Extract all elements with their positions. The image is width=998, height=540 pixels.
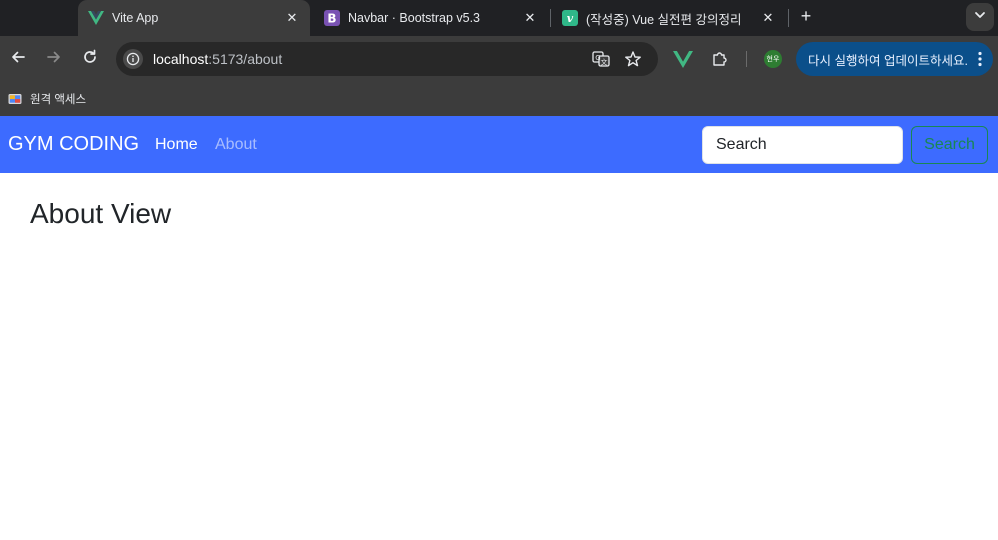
back-button[interactable] [5,46,31,72]
tab-separator [550,9,551,27]
relaunch-to-update-button[interactable]: 다시 실행하여 업데이트하세요. [796,42,993,76]
tab-title: (작성중) Vue 실전편 강의정리 [586,12,742,27]
tab-separator [788,9,789,27]
arrow-right-icon [46,49,62,70]
reload-button[interactable] [77,46,103,72]
page-title: About View [30,198,172,229]
vue-book-icon: v [562,10,578,26]
vue-logo-icon [88,10,104,26]
tab-vite-app[interactable]: Vite App ✕ [78,0,310,36]
chevron-down-icon [974,8,986,26]
search-input[interactable]: Search [702,126,903,164]
toolbar-separator [746,51,747,67]
nav-link-about[interactable]: About [215,136,257,154]
url-host: localhost [153,51,209,67]
svg-text:文: 文 [601,58,608,67]
url-path: :5173/about [208,51,283,67]
page-content: GYM CODING Home About Search Search Abou… [0,116,998,540]
vue-devtools-icon[interactable] [673,49,693,69]
site-info-icon[interactable] [123,49,143,69]
nav-link-home[interactable]: Home [155,136,198,154]
tab-vue-lecture-notes[interactable]: v (작성중) Vue 실전편 강의정리 ✕ [554,0,784,36]
new-tab-icon[interactable]: + [795,5,817,27]
profile-initials: 현우 [766,55,780,63]
tab-bootstrap-navbar[interactable]: B Navbar · Bootstrap v5.3 ✕ [316,0,546,36]
close-icon[interactable]: ✕ [760,10,776,26]
bookmarks-bar: 원격 액세스 [0,82,998,116]
close-icon[interactable]: ✕ [284,10,300,26]
translate-icon[interactable]: G文 [592,50,610,68]
forward-button[interactable] [41,46,67,72]
navbar: GYM CODING Home About Search Search [0,116,998,173]
address-bar[interactable]: localhost:5173/about G文 [116,42,658,76]
url-text[interactable]: localhost:5173/about [153,51,282,67]
search-button-label: Search [924,136,975,153]
search-button[interactable]: Search [911,126,988,164]
tab-search-button[interactable] [966,3,994,31]
navbar-brand[interactable]: GYM CODING [8,133,139,156]
bootstrap-logo-icon: B [324,10,340,26]
more-menu-icon[interactable] [978,51,982,67]
extensions-puzzle-icon[interactable] [710,49,730,69]
remote-access-icon [8,92,22,106]
tab-title: Navbar · Bootstrap v5.3 [348,11,481,25]
tab-strip: Vite App ✕ B Navbar · Bootstrap v5.3 ✕ v… [0,0,998,36]
svg-text:v: v [567,12,574,25]
browser-toolbar: localhost:5173/about G文 현우 다시 실행하여 업데이트하… [0,36,998,82]
search-input-placeholder: Search [716,136,767,153]
bookmark-remote-access[interactable]: 원격 액세스 [8,90,86,108]
close-icon[interactable]: ✕ [522,10,538,26]
profile-avatar[interactable]: 현우 [764,50,782,68]
svg-text:B: B [327,12,336,26]
tab-title: Vite App [112,11,159,25]
bookmark-label: 원격 액세스 [30,94,87,106]
arrow-left-icon [10,49,26,70]
reload-icon [82,49,98,70]
bookmark-star-icon[interactable] [624,50,642,68]
update-label: 다시 실행하여 업데이트하세요. [808,53,968,68]
